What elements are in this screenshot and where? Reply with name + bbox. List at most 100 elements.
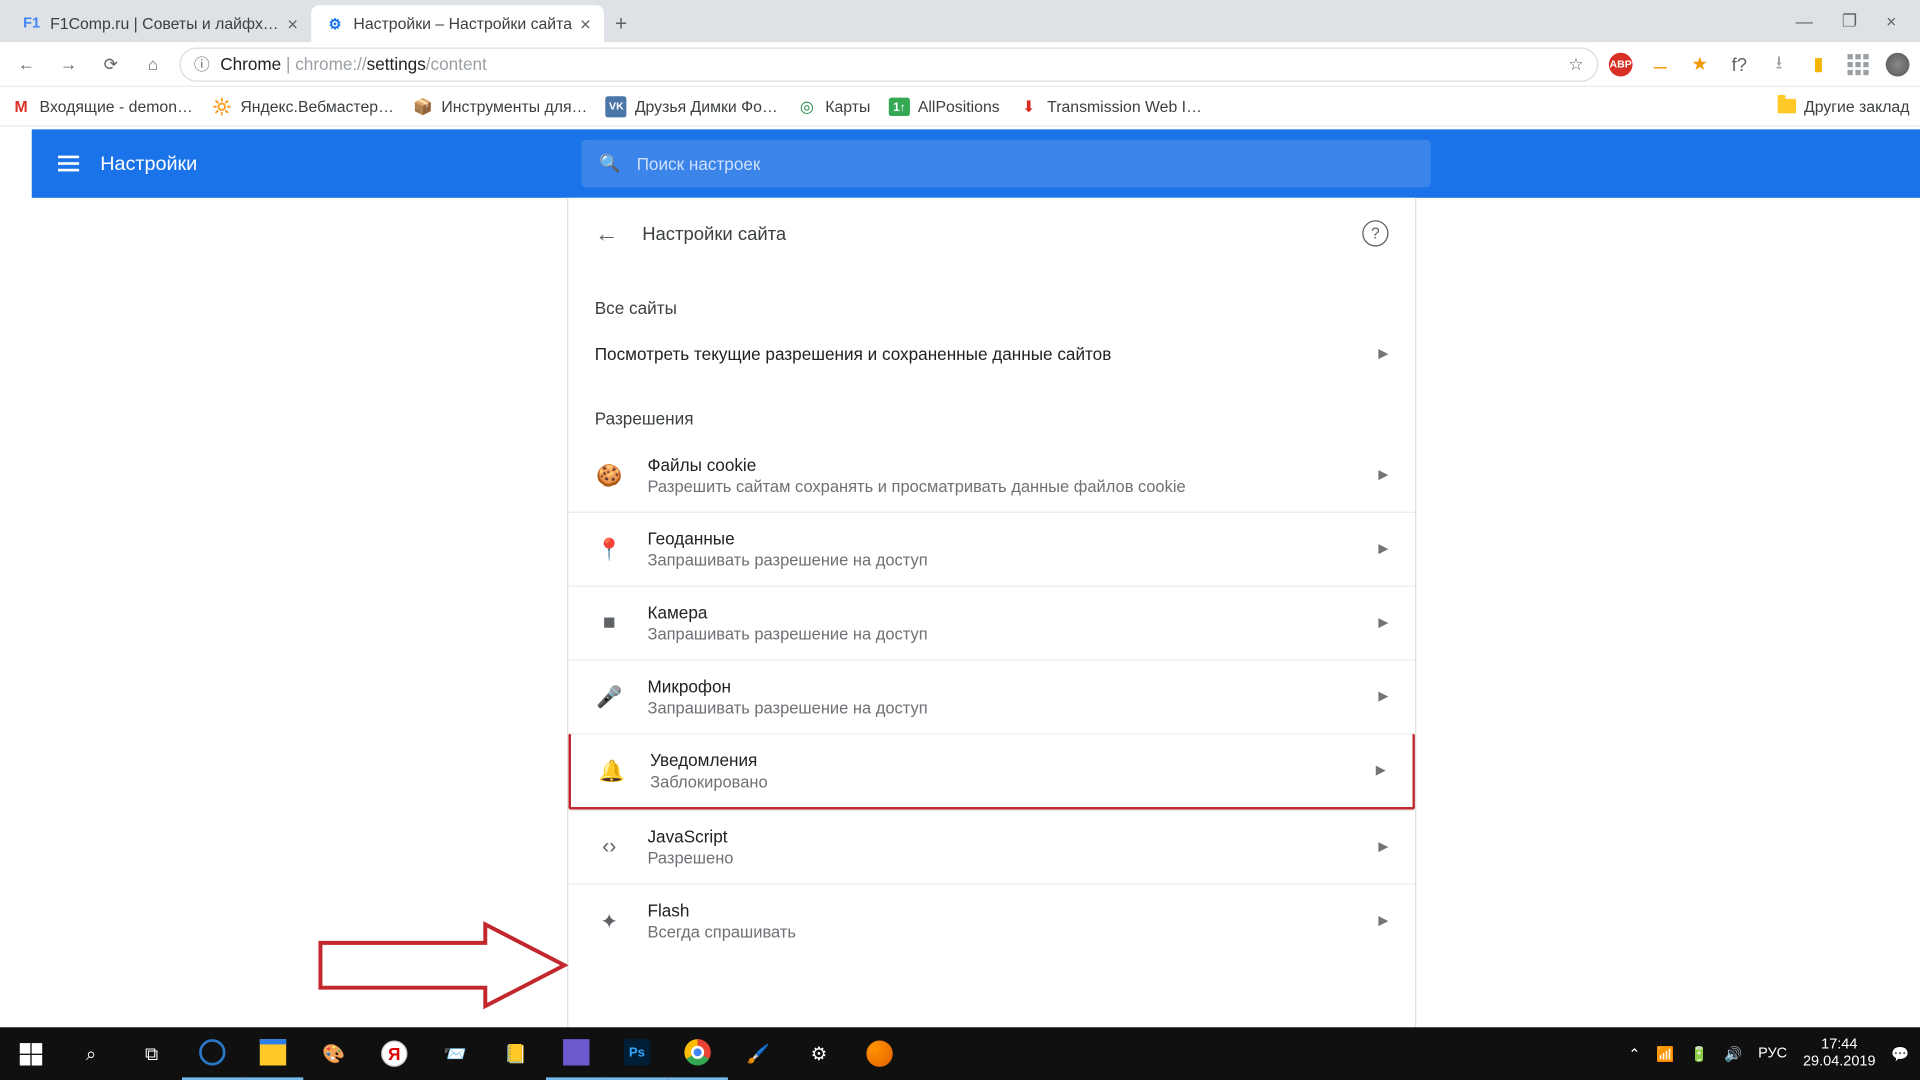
taskview-button[interactable]: ⧉: [121, 1027, 182, 1080]
bookmark-tools[interactable]: 📦Инструменты для…: [412, 96, 587, 117]
bookmarks-bar: MВходящие - demon… 🔆Яндекс.Вебмастер… 📦И…: [0, 87, 1920, 127]
tab-f1comp[interactable]: F1 F1Comp.ru | Советы и лайфхаки ×: [8, 5, 311, 42]
firebug-icon[interactable]: f?: [1727, 52, 1751, 76]
row-cookies[interactable]: 🍪 Файлы cookieРазрешить сайтам сохранять…: [568, 439, 1415, 512]
url-text: Chrome | chrome://settings/content: [220, 54, 487, 74]
apps-icon[interactable]: [1846, 52, 1870, 76]
bookmark-star-icon[interactable]: ★: [1688, 52, 1712, 76]
microphone-icon: 🎤: [595, 684, 624, 710]
language-indicator[interactable]: РУС: [1758, 1046, 1787, 1062]
taskbar-app-note[interactable]: 📒: [485, 1027, 546, 1080]
code-icon: ‹›: [595, 835, 624, 859]
puzzle-icon: ✦: [595, 908, 624, 934]
close-tab-icon[interactable]: ×: [287, 15, 298, 33]
settings-card: ← Настройки сайта ? Все сайты Посмотреть…: [567, 198, 1416, 1027]
chevron-right-icon: ▶: [1376, 764, 1386, 779]
start-button[interactable]: [0, 1027, 61, 1080]
folder-icon: [1778, 99, 1796, 114]
section-permissions: Разрешения: [568, 380, 1415, 439]
row-microphone[interactable]: 🎤 МикрофонЗапрашивать разрешение на дост…: [568, 659, 1415, 733]
bookmark-transmission[interactable]: ⬇Transmission Web I…: [1018, 96, 1202, 117]
taskbar-photoshop[interactable]: Ps: [607, 1027, 668, 1080]
download-icon[interactable]: ⭳: [1767, 52, 1791, 76]
taskbar-app-msg[interactable]: 📨: [425, 1027, 486, 1080]
close-tab-icon[interactable]: ×: [580, 15, 591, 33]
readlater-icon[interactable]: ▮: [1807, 52, 1831, 76]
minimize-icon[interactable]: —: [1796, 11, 1813, 31]
battery-icon[interactable]: 🔋: [1690, 1045, 1708, 1062]
back-arrow-icon[interactable]: ←: [595, 220, 619, 248]
tab-settings[interactable]: ⚙ Настройки – Настройки сайта ×: [311, 5, 604, 42]
section-all-sites: Все сайты: [568, 269, 1415, 328]
tray-expand-icon[interactable]: ⌃: [1628, 1045, 1640, 1062]
favicon-f1: F1: [21, 13, 42, 34]
taskbar-explorer[interactable]: [243, 1027, 304, 1080]
taskbar-app-paint[interactable]: 🎨: [303, 1027, 364, 1080]
help-icon[interactable]: ?: [1362, 220, 1388, 246]
search-icon: 🔍: [599, 153, 620, 174]
taskbar-app-engine[interactable]: ⚙: [789, 1027, 850, 1080]
chevron-right-icon: ▶: [1378, 347, 1388, 362]
action-center-icon[interactable]: 💬: [1891, 1045, 1909, 1062]
forward-button[interactable]: →: [53, 48, 85, 80]
card-head: ← Настройки сайта ?: [568, 198, 1415, 269]
other-bookmarks[interactable]: Другие заклад: [1778, 97, 1910, 115]
reload-button[interactable]: ⟳: [95, 48, 127, 80]
bookmark-vk[interactable]: VKДрузья Димки Фо…: [606, 96, 778, 117]
row-location[interactable]: 📍 ГеоданныеЗапрашивать разрешение на дос…: [568, 512, 1415, 586]
settings-viewport: Настройки 🔍 ← Настройки сайта ? Все сайт…: [32, 129, 1920, 1027]
settings-header: Настройки 🔍: [32, 129, 1920, 198]
menu-icon[interactable]: [58, 156, 79, 172]
settings-search-input[interactable]: [637, 154, 1412, 174]
row-camera[interactable]: ■ КамераЗапрашивать разрешение на доступ…: [568, 586, 1415, 660]
chevron-right-icon: ▶: [1378, 616, 1388, 631]
taskbar-app-video[interactable]: [546, 1027, 607, 1080]
site-info-icon[interactable]: ⓘ: [194, 53, 210, 75]
back-button[interactable]: ←: [11, 48, 43, 80]
taskbar-app-brush[interactable]: 🖌️: [728, 1027, 789, 1080]
favicon-gear: ⚙: [324, 13, 345, 34]
camera-icon: ■: [595, 611, 624, 635]
bookmark-gmail[interactable]: MВходящие - demon…: [11, 96, 193, 117]
volume-icon[interactable]: 🔊: [1724, 1045, 1742, 1062]
close-window-icon[interactable]: ×: [1886, 11, 1896, 31]
page-title: Настройки сайта: [642, 223, 1338, 244]
taskbar-yandex[interactable]: Я: [364, 1027, 425, 1080]
browser-toolbar: ← → ⟳ ⌂ ⓘ Chrome | chrome://settings/con…: [0, 42, 1920, 87]
bookmark-maps[interactable]: ◎Карты: [796, 96, 870, 117]
bookmark-yandex[interactable]: 🔆Яндекс.Вебмастер…: [211, 96, 394, 117]
star-icon[interactable]: ☆: [1568, 53, 1583, 74]
abp-icon[interactable]: ABP: [1609, 52, 1633, 76]
extensions-area: ABP 𝍠 ★ f? ⭳ ▮: [1609, 52, 1910, 76]
address-bar[interactable]: ⓘ Chrome | chrome://settings/content ☆: [179, 47, 1598, 81]
maximize-icon[interactable]: ❐: [1842, 11, 1857, 32]
window-controls: — ❐ ×: [1772, 0, 1920, 42]
row-view-permissions[interactable]: Посмотреть текущие разрешения и сохранен…: [568, 328, 1415, 379]
new-tab-button[interactable]: +: [604, 8, 638, 42]
row-javascript[interactable]: ‹› JavaScriptРазрешено ▶: [568, 810, 1415, 884]
chevron-right-icon: ▶: [1378, 542, 1388, 557]
cookie-icon: 🍪: [595, 462, 624, 488]
settings-search[interactable]: 🔍: [581, 140, 1430, 187]
taskbar-chrome[interactable]: [667, 1027, 728, 1080]
search-button[interactable]: ⌕: [61, 1027, 122, 1080]
taskbar-firefox[interactable]: [849, 1027, 910, 1080]
chevron-right-icon: ▶: [1378, 468, 1388, 483]
profile-avatar[interactable]: [1886, 52, 1910, 76]
tab-title: Настройки – Настройки сайта: [353, 15, 572, 33]
row-notifications[interactable]: 🔔 УведомленияЗаблокировано ▶: [568, 733, 1415, 809]
bookmark-allpositions[interactable]: 1↑AllPositions: [889, 97, 1000, 115]
rss-icon[interactable]: 𝍠: [1648, 52, 1672, 76]
chevron-right-icon: ▶: [1378, 914, 1388, 929]
chevron-right-icon: ▶: [1378, 690, 1388, 705]
taskbar-edge[interactable]: [182, 1027, 243, 1080]
settings-app-title: Настройки: [100, 152, 197, 174]
clock[interactable]: 17:44 29.04.2019: [1803, 1036, 1876, 1071]
wifi-icon[interactable]: 📶: [1656, 1045, 1674, 1062]
system-tray: ⌃ 📶 🔋 🔊 РУС 17:44 29.04.2019 💬: [1618, 1036, 1920, 1071]
home-button[interactable]: ⌂: [137, 48, 169, 80]
bell-icon: 🔔: [597, 758, 626, 784]
chevron-right-icon: ▶: [1378, 840, 1388, 855]
row-flash[interactable]: ✦ FlashВсегда спрашивать ▶: [568, 884, 1415, 958]
browser-tabstrip: F1 F1Comp.ru | Советы и лайфхаки × ⚙ Нас…: [0, 0, 1920, 42]
